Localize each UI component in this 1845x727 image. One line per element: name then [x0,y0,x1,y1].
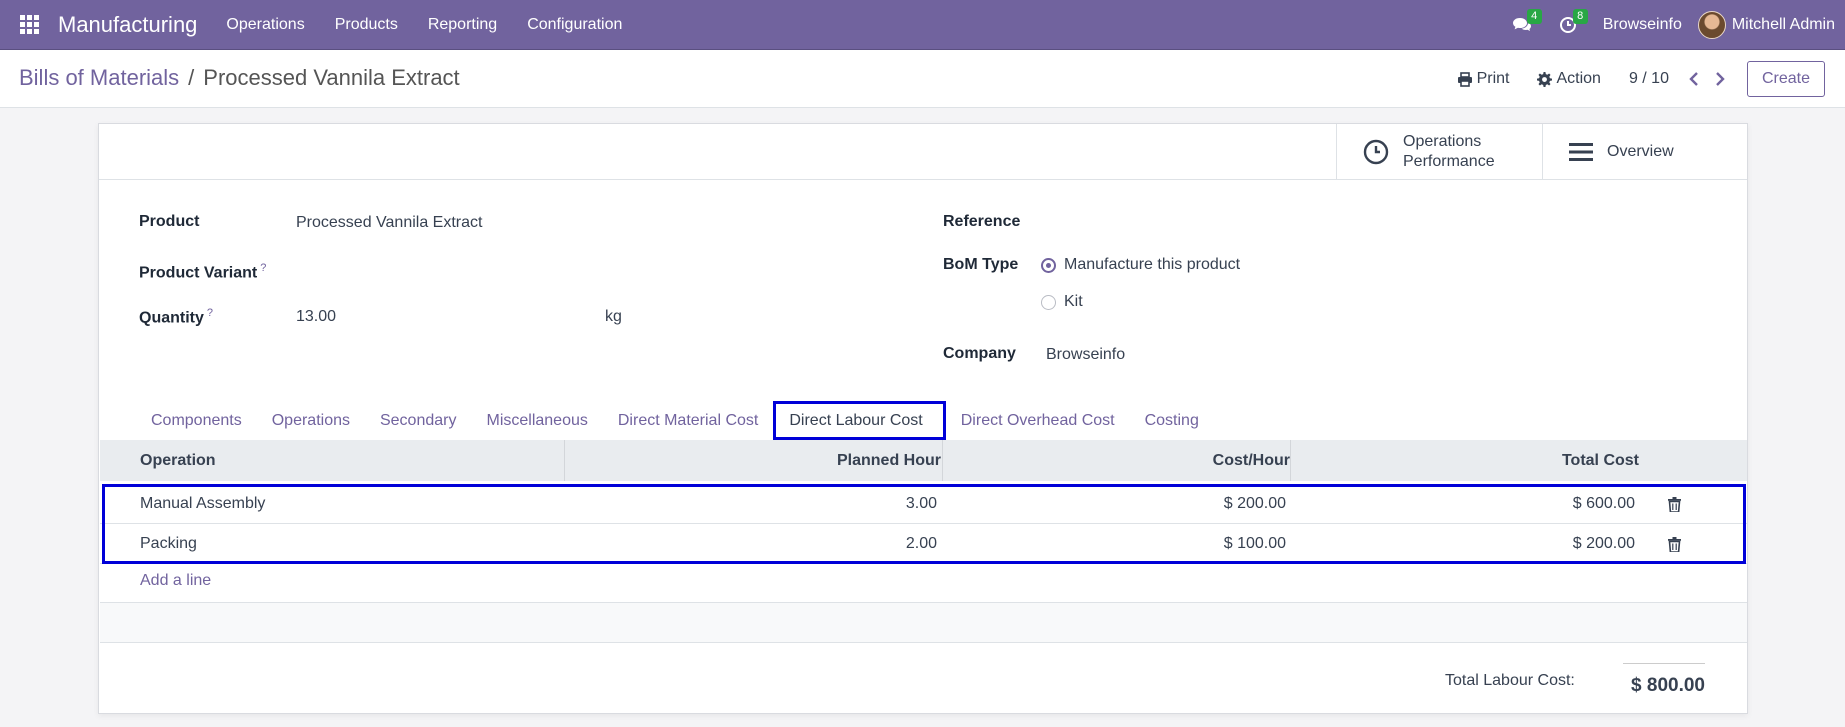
product-variant-label-text: Product Variant [139,264,258,282]
apps-menu-button[interactable] [0,0,58,50]
column-header-total-cost[interactable]: Total Cost [1290,440,1639,481]
total-cost-cell: $ 200.00 [1572,535,1635,552]
product-variant-label: Product Variant? [139,262,266,282]
column-header-operation[interactable]: Operation [140,440,216,481]
add-line-link[interactable]: Add a line [140,572,211,590]
tab-operations[interactable]: Operations [257,401,365,440]
table-footer-band [100,603,1747,643]
tab-costing[interactable]: Costing [1130,401,1214,440]
bom-type-label: BoM Type [943,256,1019,273]
tab-direct-labour-cost[interactable]: Direct Labour Cost [773,401,946,440]
product-field[interactable]: Processed Vannila Extract [296,214,482,232]
total-labour-cost-label: Total Labour Cost: [1445,672,1575,689]
operations-performance-label: Operations Performance [1403,132,1495,172]
planned-hour-cell[interactable]: 3.00 [564,484,937,524]
uom-field[interactable]: kg [605,308,622,326]
operation-cell[interactable]: Packing [140,524,197,564]
operations-performance-button[interactable]: Operations Performance [1336,124,1542,180]
avatar [1697,10,1726,39]
breadcrumb-parent-link[interactable]: Bills of Materials [19,65,179,91]
cost-hour-cell[interactable]: $ 200.00 [942,484,1286,524]
operations-performance-line1: Operations [1403,133,1482,150]
create-button[interactable]: Create [1746,61,1825,97]
total-cost-cell: $ 600.00 [1572,495,1635,512]
systray: 4 8 Browseinfo Mitchell Admin [1499,0,1845,50]
operations-performance-line2: Performance [1403,153,1495,170]
tab-direct-material-cost[interactable]: Direct Material Cost [603,401,773,440]
bom-type-manufacture-radio[interactable]: Manufacture this product [1041,256,1240,274]
radio-unselected-icon [1041,294,1056,310]
quantity-label-text: Quantity [139,309,204,327]
messages-count-badge: 4 [1526,8,1542,24]
bom-type-kit-label: Kit [1064,293,1083,310]
pager-value[interactable]: 9 / 10 [1629,70,1669,88]
menu-item-operations[interactable]: Operations [211,16,319,34]
print-button[interactable]: Print [1457,70,1510,88]
table-header: Operation Planned Hour Cost/Hour Total C… [100,440,1747,481]
top-navbar: Manufacturing Operations Products Report… [0,0,1845,50]
overview-label: Overview [1607,143,1674,160]
company-field[interactable]: Browseinfo [1046,346,1125,364]
user-name: Mitchell Admin [1731,15,1835,33]
messages-button[interactable]: 4 [1499,0,1545,50]
control-panel: Bills of Materials / Processed Vannila E… [0,50,1845,108]
gear-icon [1537,71,1553,87]
control-panel-actions: Print Action 9 / 10 Create [1457,61,1825,97]
menu-item-reporting[interactable]: Reporting [413,16,512,34]
total-divider [1623,663,1705,664]
chevron-left-icon [1689,72,1698,86]
trash-icon[interactable] [1668,537,1681,552]
app-name[interactable]: Manufacturing [58,12,197,38]
bom-type-kit-radio[interactable]: Kit [1041,293,1083,311]
quantity-field[interactable]: 13.00 [296,308,336,326]
quantity-label: Quantity? [139,307,213,327]
smart-button-box: Operations Performance Overview [99,124,1747,180]
clock-icon [1363,139,1389,165]
trash-icon[interactable] [1668,497,1681,512]
pager-next-button[interactable] [1707,66,1733,92]
apps-grid-icon [19,15,39,34]
company-switcher[interactable]: Browseinfo [1591,16,1698,34]
tab-secondary[interactable]: Secondary [365,401,472,440]
reference-label: Reference [943,213,1021,230]
activities-button[interactable]: 8 [1545,0,1591,50]
action-label: Action [1556,70,1601,87]
activities-count-badge: 8 [1572,8,1588,24]
chevron-right-icon [1716,72,1725,86]
radio-selected-icon [1041,257,1056,273]
product-label: Product [139,213,200,230]
total-labour-cost-value: $ 800.00 [1631,675,1705,696]
operation-cell[interactable]: Manual Assembly [140,484,265,524]
planned-hour-cell[interactable]: 2.00 [564,524,937,564]
company-label: Company [943,345,1016,362]
column-header-planned-hour[interactable]: Planned Hour [564,440,941,481]
table-row[interactable]: Manual Assembly 3.00 $ 200.00 $ 600.00 [100,484,1747,524]
pager-previous-button[interactable] [1681,66,1707,92]
print-label: Print [1476,70,1510,87]
action-button[interactable]: Action [1537,70,1601,88]
form-sheet: Operations Performance Overview Product … [98,123,1748,714]
help-tooltip-icon[interactable]: ? [207,307,213,319]
main-menu: Operations Products Reporting Configurat… [211,16,637,34]
tab-miscellaneous[interactable]: Miscellaneous [471,401,602,440]
bom-type-manufacture-label: Manufacture this product [1064,256,1241,273]
tab-components[interactable]: Components [136,401,257,440]
menu-item-products[interactable]: Products [320,16,413,34]
help-tooltip-icon[interactable]: ? [260,262,266,274]
menu-item-configuration[interactable]: Configuration [512,16,637,34]
user-menu[interactable]: Mitchell Admin [1697,10,1835,39]
overview-button[interactable]: Overview [1542,124,1748,180]
breadcrumb: Bills of Materials / Processed Vannila E… [19,65,460,91]
breadcrumb-separator: / [188,65,195,90]
cost-hour-cell[interactable]: $ 100.00 [942,524,1286,564]
bars-icon [1569,143,1593,161]
printer-icon [1457,71,1472,87]
table-row[interactable]: Packing 2.00 $ 100.00 $ 200.00 [100,524,1747,564]
column-header-cost-hour[interactable]: Cost/Hour [942,440,1290,481]
tab-direct-overhead-cost[interactable]: Direct Overhead Cost [946,401,1130,440]
breadcrumb-current: Processed Vannila Extract [203,65,460,90]
notebook-tabs: Components Operations Secondary Miscella… [136,401,1214,440]
